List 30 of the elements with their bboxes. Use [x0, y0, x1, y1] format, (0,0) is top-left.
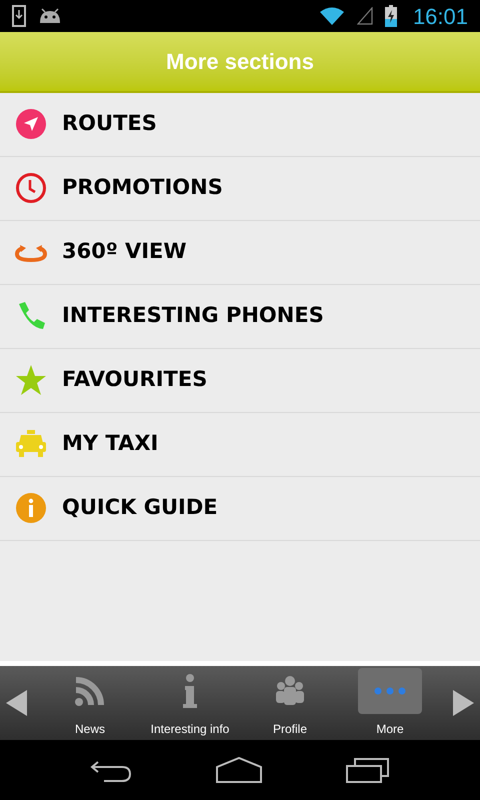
- info-icon: [182, 674, 198, 708]
- right-arrow-icon[interactable]: [452, 690, 474, 716]
- download-icon: [12, 5, 26, 27]
- menu-item[interactable]: MY TAXI: [0, 412, 480, 477]
- clock-time: 16:01: [412, 2, 468, 30]
- info-icon: [15, 492, 47, 524]
- menu-item[interactable]: ROUTES: [0, 92, 480, 157]
- robot-icon: [38, 8, 62, 24]
- rotate-icon: [15, 242, 47, 262]
- recent-apps-icon[interactable]: [346, 757, 390, 784]
- more-icon: [374, 687, 406, 696]
- menu-item[interactable]: PROMOTIONS: [0, 156, 480, 221]
- home-icon[interactable]: [214, 757, 263, 784]
- left-arrow-icon[interactable]: [6, 690, 28, 716]
- tab[interactable]: Interesting info: [142, 668, 238, 738]
- menu-item[interactable]: QUICK GUIDE: [0, 476, 480, 541]
- menu-item[interactable]: INTERESTING PHONES: [0, 284, 480, 349]
- signal-icon: [356, 7, 373, 25]
- rss-icon: [74, 675, 106, 708]
- menu-item[interactable]: FAVOURITES: [0, 348, 480, 413]
- star-icon: [15, 364, 47, 396]
- menu-item[interactable]: 360º VIEW: [0, 220, 480, 285]
- people-icon: [275, 675, 305, 708]
- tab[interactable]: Profile: [242, 668, 338, 738]
- wifi-icon: [318, 6, 345, 26]
- tab[interactable]: More: [342, 668, 438, 738]
- tab[interactable]: News: [42, 668, 138, 738]
- battery-icon: [384, 5, 397, 27]
- screen-title: More sections: [166, 48, 314, 76]
- clock-icon: [15, 172, 47, 204]
